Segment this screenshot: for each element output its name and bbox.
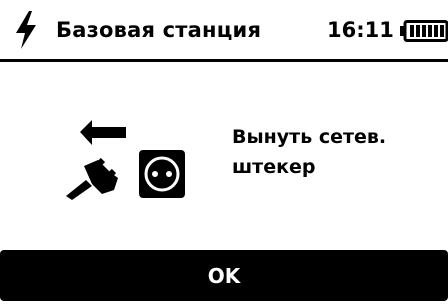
message-line-1: Вынуть сетев. xyxy=(232,126,387,148)
plug-icon xyxy=(66,157,118,200)
unplug-from-socket-icon xyxy=(66,120,185,200)
arrow-left-icon xyxy=(80,120,126,145)
power-socket-icon xyxy=(139,150,185,198)
clock-time: 16:11 xyxy=(327,18,394,42)
lightning-bolt-icon xyxy=(16,11,36,49)
message-line-2: штекер xyxy=(232,156,316,178)
instruction-message: Вынуть сетев. штекер xyxy=(232,122,386,182)
device-screen: Базовая станция 16:11 Вынуть сетев. штек… xyxy=(0,0,448,308)
status-header: Базовая станция 16:11 xyxy=(0,0,448,62)
ok-button[interactable]: OK xyxy=(0,250,448,301)
battery-icon xyxy=(400,20,448,42)
page-title: Базовая станция xyxy=(56,18,262,42)
